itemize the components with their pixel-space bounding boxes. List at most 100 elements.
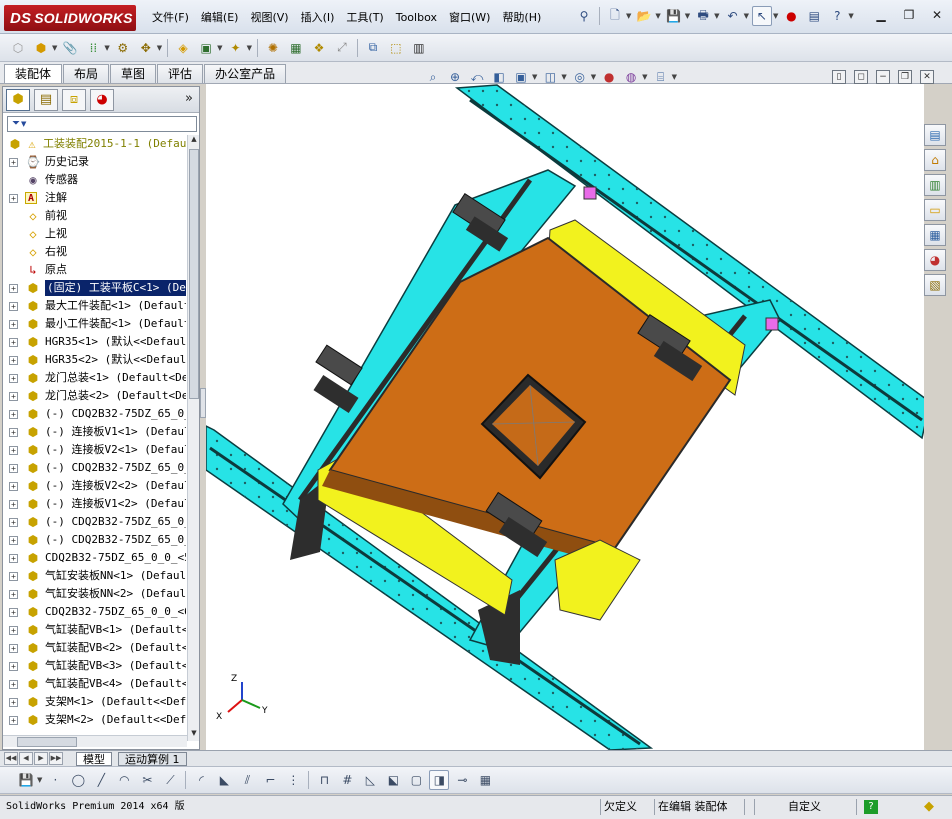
display-delete-relations-icon[interactable]: ⬕ — [383, 770, 403, 790]
expand-toggle-icon[interactable]: + — [9, 554, 18, 563]
dropdown-arrow-icon[interactable]: ▼ — [247, 44, 252, 52]
grid-icon[interactable]: # — [337, 770, 357, 790]
dropdown-arrow-icon[interactable]: ▼ — [642, 73, 647, 81]
home-icon[interactable]: ⌂ — [924, 149, 946, 171]
design-library-icon[interactable]: ▥ — [924, 174, 946, 196]
zoom-to-area-icon[interactable]: ⊕ — [446, 68, 464, 86]
tab-model[interactable]: 模型 — [76, 752, 112, 766]
scroll-thumb[interactable] — [189, 149, 199, 399]
expand-toggle-icon[interactable]: + — [9, 428, 18, 437]
menu-file[interactable]: 文件(F) — [146, 9, 195, 25]
viewport-restore-icon[interactable]: ❐ — [898, 70, 912, 84]
insert-component-icon[interactable]: ⬡ — [8, 38, 28, 58]
table-icon[interactable]: ▦ — [475, 770, 495, 790]
display-manager-tab-icon[interactable]: ◕ — [90, 88, 114, 111]
show-hidden-icon[interactable]: ◈ — [173, 38, 193, 58]
tree-item[interactable]: + ⬢ (固定) 工装平板C<1> (Def — [3, 279, 186, 297]
scroll-down-icon[interactable]: ▼ — [188, 729, 200, 741]
expand-toggle-icon[interactable]: + — [9, 356, 18, 365]
dropdown-arrow-icon[interactable]: ▼ — [626, 12, 631, 20]
shaded-view-icon[interactable]: ◨ — [429, 770, 450, 790]
new-part-icon[interactable]: ⬢ — [31, 38, 51, 58]
arc-icon[interactable]: ◠ — [114, 770, 134, 790]
save-icon[interactable]: 💾 — [664, 6, 684, 26]
corner-icon[interactable]: ⌐ — [260, 770, 280, 790]
line-icon[interactable]: ╱ — [91, 770, 111, 790]
tab-assembly[interactable]: 装配体 — [4, 64, 63, 83]
chamfer-icon[interactable]: ◣ — [214, 770, 234, 790]
previous-view-icon[interactable]: ⤺ — [468, 68, 486, 86]
menu-tools[interactable]: 工具(T) — [340, 9, 389, 25]
expand-toggle-icon[interactable]: + — [9, 284, 18, 293]
expand-toggle-icon[interactable]: + — [9, 644, 18, 653]
tree-vertical-scrollbar[interactable]: ▲ ▼ — [187, 135, 199, 741]
dropdown-arrow-icon[interactable]: ▼ — [655, 12, 660, 20]
dropdown-arrow-icon[interactable]: ▼ — [672, 73, 677, 81]
dropdown-arrow-icon[interactable]: ▼ — [591, 73, 596, 81]
expand-toggle-icon[interactable]: + — [9, 392, 18, 401]
point-icon[interactable]: · — [45, 770, 65, 790]
tree-item[interactable]: ◇ 上视 — [3, 225, 186, 243]
graphics-area[interactable]: Z X Y — [206, 84, 924, 750]
expand-toggle-icon[interactable]: + — [9, 374, 18, 383]
tree-item[interactable]: + ⬢ HGR35<1> (默认<<Default — [3, 333, 186, 351]
expand-toggle-icon[interactable]: + — [9, 590, 18, 599]
menu-view[interactable]: 视图(V) — [244, 9, 294, 25]
dropdown-arrow-icon[interactable]: ▼ — [157, 44, 162, 52]
tree-item[interactable]: + ⬢ 气缸装配VB<2> (Default< — [3, 639, 186, 657]
dropdown-arrow-icon[interactable]: ▼ — [104, 44, 109, 52]
options-icon[interactable]: ▤ — [804, 6, 824, 26]
tree-item[interactable]: + ⌚ 历史记录 — [3, 153, 186, 171]
expand-toggle-icon[interactable]: + — [9, 482, 18, 491]
quick-tips-help-icon[interactable]: ? — [864, 800, 878, 814]
tree-item[interactable]: ◇ 前视 — [3, 207, 186, 225]
expand-toggle-icon[interactable]: + — [9, 698, 18, 707]
feature-tree-tab-icon[interactable]: ⬢ — [6, 88, 30, 111]
print-icon[interactable]: 🖶 — [693, 6, 713, 26]
property-manager-tab-icon[interactable]: ▤ — [34, 88, 58, 111]
tab-office-products[interactable]: 办公室产品 — [204, 64, 287, 83]
expand-toggle-icon[interactable]: + — [9, 302, 18, 311]
tree-item[interactable]: + ⬢ 龙门总装<2> (Default<De — [3, 387, 186, 405]
reference-geometry-icon[interactable]: ✦ — [226, 38, 246, 58]
dropdown-arrow-icon[interactable]: ▼ — [532, 73, 537, 81]
exploded-view-icon[interactable]: ❖ — [309, 38, 329, 58]
dropdown-arrow-icon[interactable]: ▼ — [685, 12, 690, 20]
tree-item[interactable]: ◇ 右视 — [3, 243, 186, 261]
box-view-icon[interactable]: ▢ — [406, 770, 426, 790]
expand-toggle-icon[interactable]: + — [9, 320, 18, 329]
tree-item[interactable]: + ⬢ (-) CDQ2B32-75DZ_65_0_0 — [3, 531, 186, 549]
menu-toolbox[interactable]: Toolbox — [390, 11, 443, 24]
dropdown-arrow-icon[interactable]: ▼ — [37, 776, 42, 784]
tree-item[interactable]: + ⬢ 最小工件装配<1> (Default — [3, 315, 186, 333]
component-pattern-icon[interactable]: ⁞⁞ — [83, 38, 103, 58]
viewport-close-icon[interactable]: ✕ — [920, 70, 934, 84]
cylinder-assembly-2[interactable] — [313, 344, 363, 413]
tree-item[interactable]: + A 注解 — [3, 189, 186, 207]
undo-icon[interactable]: ↶ — [723, 6, 743, 26]
mate-paperclip-icon[interactable]: 📎 — [60, 38, 80, 58]
move-component-icon[interactable]: ✥ — [136, 38, 156, 58]
display-style-icon[interactable]: ◫ — [541, 68, 559, 86]
tree-item[interactable]: + ⬢ (-) 连接板V1<1> (Default — [3, 423, 186, 441]
tree-item[interactable]: + ⬢ (-) 连接板V2<2> (Default — [3, 477, 186, 495]
dropdown-arrow-icon[interactable]: ▼ — [52, 44, 57, 52]
minimize-icon[interactable]: ▁ — [874, 8, 888, 22]
interference-detection-icon[interactable]: ⧉ — [363, 38, 383, 58]
status-unit-system[interactable]: 自定义 — [788, 798, 821, 816]
tree-item[interactable]: ⬢ ⚠ 工装装配2015-1-1 (Default — [3, 135, 186, 153]
menu-edit[interactable]: 编辑(E) — [195, 9, 245, 25]
explode-line-sketch-icon[interactable]: ⤢ — [332, 38, 352, 58]
dropdown-arrow-icon[interactable]: ▼ — [217, 44, 222, 52]
tree-item[interactable]: + ⬢ (-) CDQ2B32-75DZ_65_0_0 — [3, 405, 186, 423]
tree-item[interactable]: + ⬢ 支架M<1> (Default<<Defau — [3, 693, 186, 711]
tree-item[interactable]: + ⬢ CDQ2B32-75DZ_65_0_0_<6> — [3, 603, 186, 621]
trim-icon[interactable]: ✂ — [137, 770, 157, 790]
tree-item[interactable]: ↳ 原点 — [3, 261, 186, 279]
expand-toggle-icon[interactable]: + — [9, 338, 18, 347]
section-view-icon[interactable]: ◧ — [490, 68, 508, 86]
dropdown-arrow-icon[interactable]: ▼ — [848, 12, 853, 20]
dropdown-arrow-icon[interactable]: ▼ — [561, 73, 566, 81]
file-explorer-icon[interactable]: ▭ — [924, 199, 946, 221]
first-tab-icon[interactable]: ◀◀ — [4, 752, 18, 765]
